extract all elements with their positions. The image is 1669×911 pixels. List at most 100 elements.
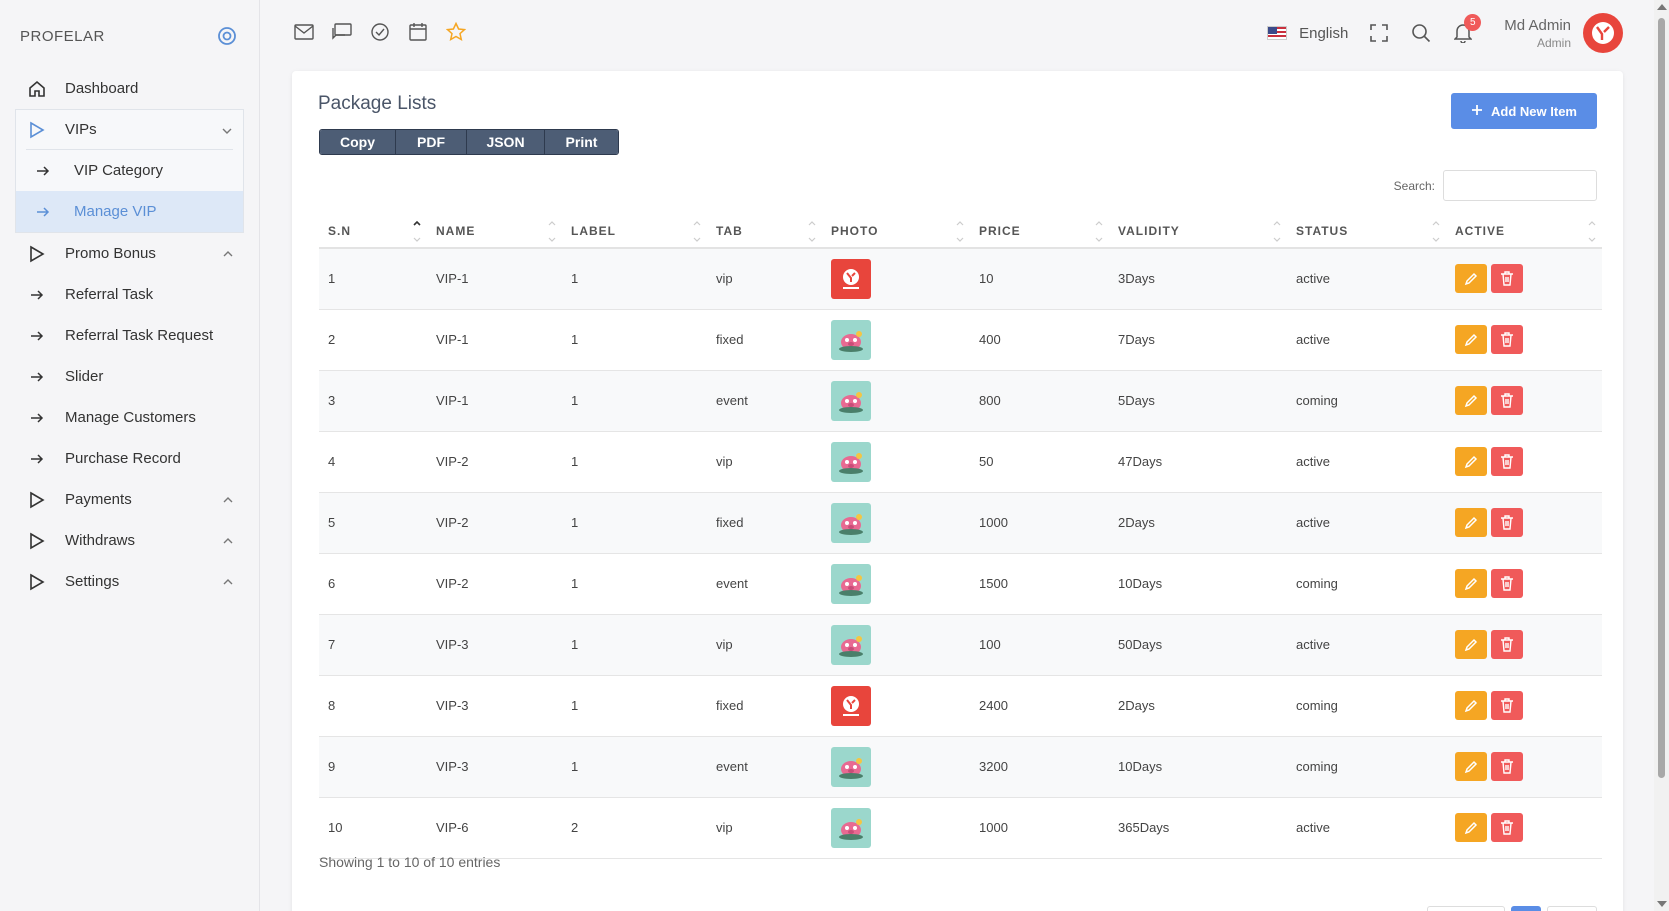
cell-actions bbox=[1446, 553, 1602, 615]
sidebar-item-purchase-record[interactable]: Purchase Record bbox=[15, 438, 244, 479]
edit-button[interactable] bbox=[1455, 752, 1487, 781]
play-icon bbox=[27, 490, 47, 510]
column-header-validity[interactable]: VALIDITY bbox=[1109, 214, 1287, 249]
pagination-page-1[interactable] bbox=[1511, 906, 1541, 911]
edit-button[interactable] bbox=[1455, 264, 1487, 294]
add-new-item-label: Add New Item bbox=[1491, 103, 1577, 119]
delete-button[interactable] bbox=[1491, 325, 1523, 354]
cell-sn: 3 bbox=[319, 370, 427, 432]
sidebar-item-referral-task[interactable]: Referral Task bbox=[15, 274, 244, 315]
sidebar-item-dashboard[interactable]: Dashboard bbox=[15, 68, 244, 109]
cell-validity: 3Days bbox=[1109, 248, 1287, 310]
edit-button[interactable] bbox=[1455, 691, 1487, 720]
page-scrollbar[interactable] bbox=[1654, 0, 1669, 911]
delete-button[interactable] bbox=[1491, 508, 1523, 537]
column-header-name[interactable]: NAME bbox=[427, 214, 562, 249]
column-header-status[interactable]: STATUS bbox=[1287, 214, 1446, 249]
mail-icon[interactable] bbox=[294, 22, 314, 42]
sidebar-toggle-icon[interactable] bbox=[217, 26, 237, 46]
column-header-label[interactable]: LABEL bbox=[562, 214, 707, 249]
sidebar-item-payments[interactable]: Payments bbox=[15, 479, 244, 520]
trash-icon bbox=[1501, 332, 1513, 347]
cell-status: active bbox=[1287, 492, 1446, 554]
cell-actions bbox=[1446, 614, 1602, 676]
delete-button[interactable] bbox=[1491, 386, 1523, 415]
search-icon[interactable] bbox=[1410, 22, 1432, 44]
trash-icon bbox=[1501, 393, 1513, 408]
cell-photo bbox=[822, 736, 970, 798]
delete-button[interactable] bbox=[1491, 630, 1523, 659]
logo-thumbnail-icon bbox=[831, 258, 871, 299]
edit-button[interactable] bbox=[1455, 569, 1487, 598]
star-icon[interactable] bbox=[446, 22, 466, 42]
play-icon bbox=[27, 572, 47, 592]
notification-bell-icon[interactable]: 5 bbox=[1452, 14, 1482, 44]
cell-photo bbox=[822, 614, 970, 676]
sidebar-item-manage-customers[interactable]: Manage Customers bbox=[15, 397, 244, 438]
delete-button[interactable] bbox=[1491, 752, 1523, 781]
column-header-photo[interactable]: PHOTO bbox=[822, 214, 970, 249]
check-circle-icon[interactable] bbox=[370, 22, 390, 42]
cell-tab: event bbox=[707, 736, 822, 798]
pig-thumbnail-icon bbox=[831, 746, 871, 787]
column-header-sn[interactable]: S.N bbox=[319, 214, 427, 249]
column-header-price[interactable]: PRICE bbox=[970, 214, 1109, 249]
chevron-down-icon bbox=[221, 124, 233, 136]
pagination-previous[interactable] bbox=[1427, 906, 1505, 911]
pencil-icon bbox=[1464, 516, 1478, 529]
avatar[interactable] bbox=[1583, 13, 1623, 53]
pig-thumbnail-icon bbox=[831, 807, 871, 848]
sidebar-item-slider[interactable]: Slider bbox=[15, 356, 244, 397]
search-input[interactable] bbox=[1443, 170, 1597, 201]
cell-photo bbox=[822, 492, 970, 554]
copy-button[interactable]: Copy bbox=[320, 130, 396, 154]
cell-price: 100 bbox=[970, 614, 1109, 676]
print-button[interactable]: Print bbox=[545, 130, 618, 154]
chevron-up-icon bbox=[222, 575, 234, 587]
sidebar-item-manage-vip[interactable]: Manage VIP bbox=[16, 191, 243, 232]
sidebar-item-label: VIPs bbox=[65, 121, 97, 138]
cell-validity: 47Days bbox=[1109, 431, 1287, 493]
cell-label: 1 bbox=[562, 736, 707, 798]
cell-actions bbox=[1446, 675, 1602, 737]
package-table: S.N NAME LABEL TAB PHOTO PRICE VALIDITY … bbox=[319, 214, 1602, 859]
sidebar-item-vip-category[interactable]: VIP Category bbox=[16, 150, 243, 191]
row-actions bbox=[1455, 264, 1602, 294]
fullscreen-icon[interactable] bbox=[1368, 22, 1390, 44]
edit-button[interactable] bbox=[1455, 630, 1487, 659]
edit-button[interactable] bbox=[1455, 386, 1487, 415]
sidebar-item-withdraws[interactable]: Withdraws bbox=[15, 520, 244, 561]
pagination-next[interactable] bbox=[1547, 906, 1597, 911]
cell-validity: 5Days bbox=[1109, 370, 1287, 432]
edit-button[interactable] bbox=[1455, 447, 1487, 476]
scroll-up-icon[interactable] bbox=[1657, 4, 1667, 10]
sidebar-item-promo-bonus[interactable]: Promo Bonus bbox=[15, 233, 244, 274]
delete-button[interactable] bbox=[1491, 813, 1523, 842]
edit-button[interactable] bbox=[1455, 813, 1487, 842]
scroll-down-icon[interactable] bbox=[1657, 901, 1667, 907]
cell-label: 1 bbox=[562, 614, 707, 676]
delete-button[interactable] bbox=[1491, 691, 1523, 720]
column-header-active[interactable]: ACTIVE bbox=[1446, 214, 1602, 249]
delete-button[interactable] bbox=[1491, 569, 1523, 598]
edit-button[interactable] bbox=[1455, 325, 1487, 354]
json-button[interactable]: JSON bbox=[467, 130, 545, 154]
column-header-tab[interactable]: TAB bbox=[707, 214, 822, 249]
delete-button[interactable] bbox=[1491, 264, 1523, 294]
user-info[interactable]: Md Admin Admin bbox=[1504, 17, 1571, 50]
pdf-button[interactable]: PDF bbox=[396, 130, 467, 154]
sidebar-item-settings[interactable]: Settings bbox=[15, 561, 244, 602]
delete-button[interactable] bbox=[1491, 447, 1523, 476]
language-selector[interactable]: English bbox=[1267, 25, 1348, 42]
us-flag-icon bbox=[1267, 26, 1288, 40]
scrollbar-thumb[interactable] bbox=[1658, 18, 1665, 778]
pencil-icon bbox=[1464, 699, 1478, 712]
add-new-item-button[interactable]: Add New Item bbox=[1451, 93, 1597, 129]
sidebar-item-label: Promo Bonus bbox=[65, 245, 156, 262]
calendar-icon[interactable] bbox=[408, 22, 428, 42]
edit-button[interactable] bbox=[1455, 508, 1487, 537]
row-actions bbox=[1455, 813, 1602, 842]
sidebar-item-vips[interactable]: VIPs bbox=[16, 110, 243, 149]
chat-icon[interactable] bbox=[332, 22, 352, 42]
sidebar-item-referral-task-request[interactable]: Referral Task Request bbox=[15, 315, 244, 356]
